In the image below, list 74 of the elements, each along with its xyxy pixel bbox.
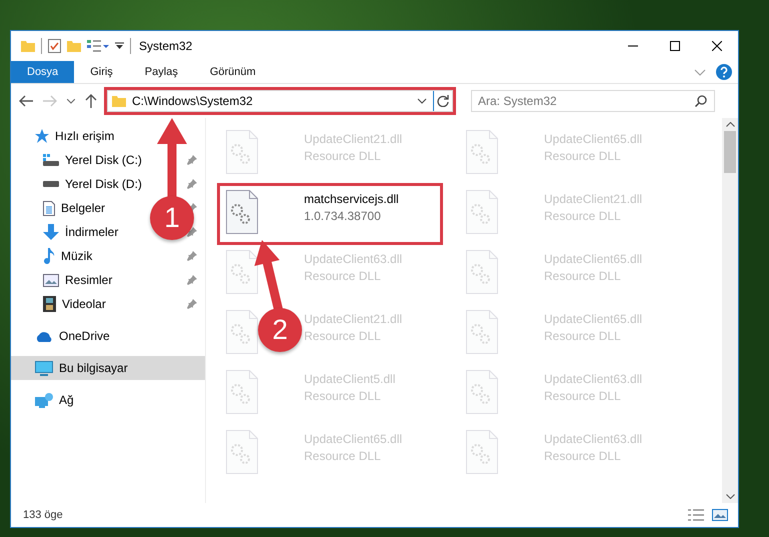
window-title: System32: [139, 39, 192, 53]
file-detail: Resource DLL: [304, 449, 382, 463]
pin-icon[interactable]: [187, 275, 197, 285]
properties-icon[interactable]: [48, 39, 61, 53]
file-detail: Resource DLL: [304, 149, 382, 163]
pin-icon[interactable]: [187, 179, 197, 189]
back-arrow-icon[interactable]: [19, 95, 33, 107]
picture-icon: [43, 274, 59, 286]
sidebar-item[interactable]: Müzik: [43, 244, 92, 268]
ribbon-tab[interactable]: Görünüm: [194, 61, 272, 83]
file-detail: Resource DLL: [544, 209, 622, 223]
chevron-down-icon[interactable]: [694, 68, 706, 76]
drive-icon: [43, 154, 59, 166]
file-detail: 1.0.734.38700: [304, 209, 382, 223]
sidebar-item[interactable]: Hızlı erişim: [11, 124, 205, 148]
star-icon: [35, 129, 49, 143]
sidebar-item[interactable]: İndirmeler: [43, 220, 118, 244]
item-count: 133 öge: [23, 509, 63, 521]
file-detail: Resource DLL: [544, 269, 622, 283]
close-icon[interactable]: [712, 41, 722, 51]
scrollbar-thumb[interactable]: [724, 131, 736, 173]
file-detail: Resource DLL: [304, 329, 382, 343]
file-detail: Resource DLL: [304, 269, 382, 283]
file-detail: Resource DLL: [544, 389, 622, 403]
up-arrow-icon[interactable]: [85, 94, 97, 108]
recent-caret-icon[interactable]: [67, 98, 75, 104]
scroll-down-icon[interactable]: [726, 494, 734, 499]
ribbon-tab[interactable]: Giriş: [74, 61, 129, 83]
file-detail: Resource DLL: [544, 329, 622, 343]
help-icon[interactable]: [716, 64, 732, 80]
new-folder-icon[interactable]: [67, 40, 81, 52]
maximize-icon[interactable]: [670, 41, 680, 51]
address-bar[interactable]: C:\Windows\System32: [107, 90, 453, 112]
file-tile[interactable]: matchservicejs.dll 1.0.734.38700: [220, 186, 440, 242]
dropdown-caret-icon[interactable]: [417, 98, 427, 104]
dll-file-icon: [226, 190, 258, 234]
pin-icon[interactable]: [187, 299, 197, 309]
forward-arrow-icon: [43, 95, 57, 107]
folder-icon: [112, 95, 126, 107]
pin-icon[interactable]: [187, 155, 197, 165]
folder-icon[interactable]: [21, 40, 35, 52]
sidebar-item[interactable]: Resimler: [43, 268, 112, 292]
ribbon-tab[interactable]: Paylaş: [128, 61, 194, 83]
details-view-icon[interactable]: [688, 509, 704, 521]
down-arrow-icon: [43, 224, 59, 240]
film-icon: [43, 296, 56, 312]
file-name: matchservicejs.dll: [304, 192, 399, 206]
scrollbar[interactable]: [722, 118, 738, 503]
customize-caret-icon[interactable]: [115, 42, 124, 50]
document-icon: [43, 200, 55, 216]
sidebar-item[interactable]: Videolar: [43, 292, 106, 316]
ribbon-tab[interactable]: Dosya: [11, 61, 74, 83]
view-icon[interactable]: [87, 40, 109, 52]
search-icon[interactable]: [695, 95, 707, 107]
sidebar-item[interactable]: Yerel Disk (C:): [43, 148, 142, 172]
sidebar-item[interactable]: Yerel Disk (D:): [43, 172, 142, 196]
sidebar-item[interactable]: OneDrive: [11, 324, 205, 348]
sidebar-item[interactable]: Belgeler: [43, 196, 106, 220]
sidebar-item[interactable]: Ağ: [11, 388, 205, 412]
monitor-icon: [35, 360, 53, 376]
file-detail: Resource DLL: [544, 149, 622, 163]
sidebar-item[interactable]: Bu bilgisayar: [11, 356, 205, 380]
drive-icon: [43, 181, 59, 187]
large-icons-view-icon[interactable]: [712, 509, 728, 521]
pin-icon[interactable]: [187, 251, 197, 261]
file-detail: Resource DLL: [304, 389, 382, 403]
refresh-icon[interactable]: [437, 95, 449, 107]
scroll-up-icon[interactable]: [726, 122, 734, 127]
search-field[interactable]: Ara: System32: [471, 90, 715, 112]
network-icon: [35, 392, 53, 408]
music-note-icon: [43, 248, 55, 264]
file-detail: Resource DLL: [544, 449, 622, 463]
cloud-icon: [35, 330, 53, 342]
pin-icon[interactable]: [187, 227, 197, 237]
